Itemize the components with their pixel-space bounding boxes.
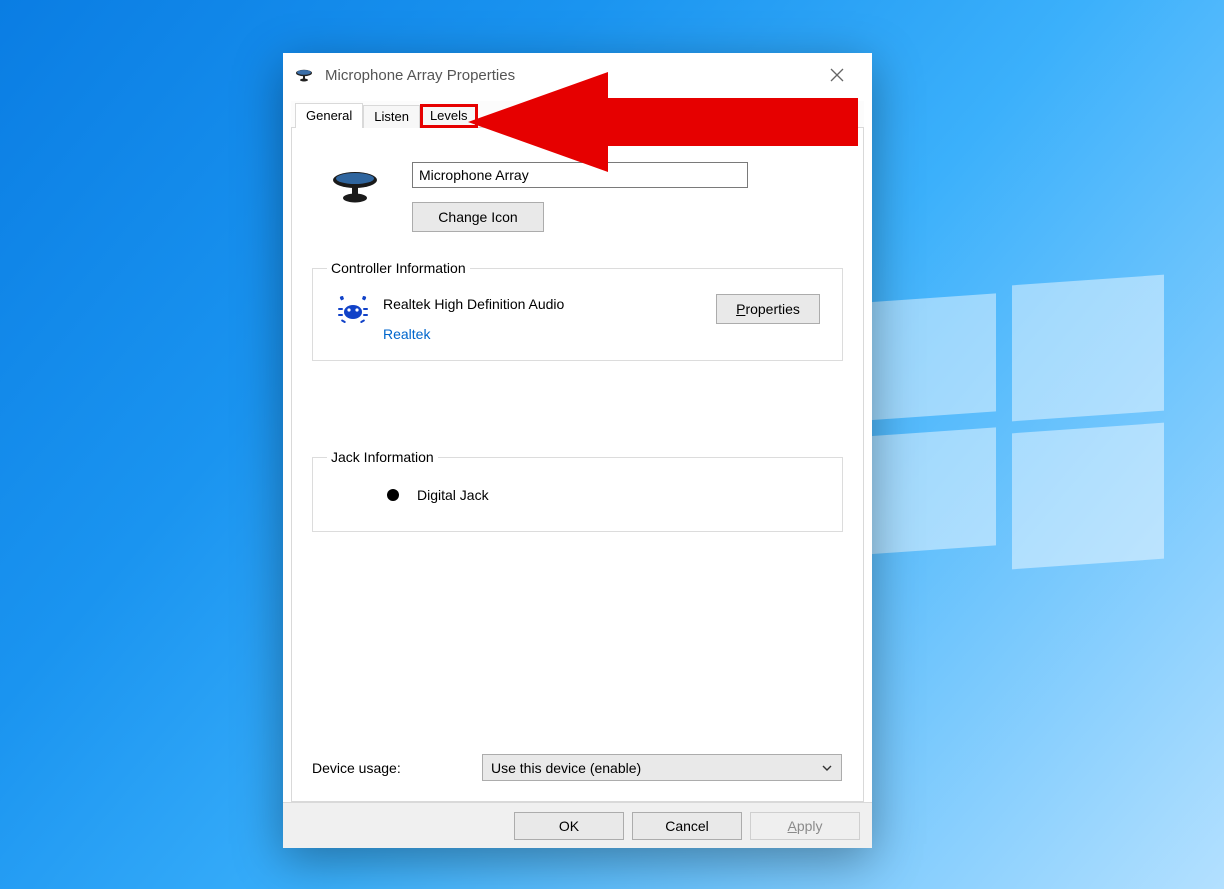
jack-label: Digital Jack	[417, 487, 489, 503]
windows-logo-backdrop	[864, 280, 1164, 580]
tab-general[interactable]: General	[295, 103, 363, 128]
desktop: Microphone Array Properties General List…	[0, 0, 1224, 889]
close-icon	[830, 68, 844, 82]
controller-legend: Controller Information	[327, 260, 470, 276]
controller-information-group: Controller Information	[312, 260, 843, 361]
close-button[interactable]	[814, 53, 860, 97]
chevron-down-icon	[821, 761, 833, 777]
tab-strip: General Listen Levels	[291, 101, 864, 128]
controller-name: Realtek High Definition Audio	[383, 294, 716, 312]
ok-button[interactable]: OK	[514, 812, 624, 840]
cancel-button[interactable]: Cancel	[632, 812, 742, 840]
jack-information-group: Jack Information Digital Jack	[312, 449, 843, 532]
controller-vendor-link[interactable]: Realtek	[383, 326, 430, 342]
tab-levels[interactable]: Levels	[420, 104, 478, 128]
device-usage-label: Device usage:	[312, 760, 482, 776]
device-usage-selected: Use this device (enable)	[491, 760, 641, 776]
controller-properties-button[interactable]: Properties	[716, 294, 820, 324]
title-bar: Microphone Array Properties	[283, 53, 872, 97]
window-title: Microphone Array Properties	[325, 67, 515, 84]
properties-dialog: Microphone Array Properties General List…	[283, 53, 872, 848]
device-usage-row: Device usage: Use this device (enable)	[312, 754, 843, 781]
device-icon	[328, 162, 388, 211]
microphone-icon	[295, 68, 315, 82]
tab-listen[interactable]: Listen	[363, 105, 420, 128]
realtek-crab-icon	[335, 294, 379, 329]
device-usage-select[interactable]: Use this device (enable)	[482, 754, 842, 781]
tab-panel-general: Change Icon Controller Information	[291, 128, 864, 802]
jack-legend: Jack Information	[327, 449, 438, 465]
device-name-input[interactable]	[412, 162, 748, 188]
dialog-client-area: General Listen Levels	[291, 101, 864, 802]
dialog-footer: OK Cancel Apply	[283, 802, 872, 848]
apply-button[interactable]: Apply	[750, 812, 860, 840]
change-icon-button[interactable]: Change Icon	[412, 202, 544, 232]
jack-color-dot	[387, 489, 399, 501]
